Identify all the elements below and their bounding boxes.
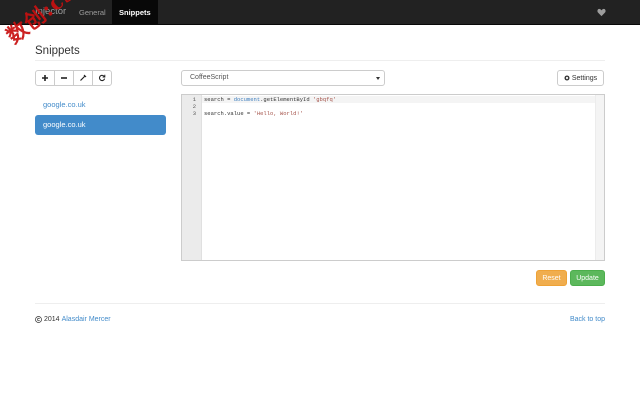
code-token: search bbox=[204, 96, 224, 103]
code-token: search bbox=[204, 110, 224, 117]
code-token: .value = bbox=[223, 110, 254, 117]
page-title: Snippets bbox=[35, 45, 80, 57]
footer-copyright: 2014 Alasdair Mercer bbox=[35, 316, 111, 323]
code-line: search.value = 'Hello, World!' bbox=[204, 110, 303, 117]
refresh-icon bbox=[98, 74, 106, 82]
line-number: 1 bbox=[192, 96, 196, 103]
code-editor[interactable]: 1 2 3 search = document.getElementById '… bbox=[181, 94, 605, 261]
code-token: .getElementById bbox=[260, 96, 313, 103]
update-button[interactable]: Update bbox=[570, 270, 605, 286]
caret-down-icon bbox=[376, 77, 380, 80]
code-token: document bbox=[233, 96, 261, 103]
code-line: search = document.getElementById 'gbqfq' bbox=[204, 96, 336, 103]
refresh-button[interactable] bbox=[92, 70, 112, 86]
editor-scrollbar[interactable] bbox=[595, 95, 604, 260]
edit-snippet-button[interactable] bbox=[73, 70, 93, 86]
snippet-toolbar bbox=[35, 70, 112, 86]
heart-icon[interactable] bbox=[597, 8, 606, 17]
editor-mode-select[interactable]: CoffeeScript bbox=[181, 70, 385, 86]
settings-button[interactable]: Settings bbox=[557, 70, 604, 86]
title-divider bbox=[35, 60, 605, 61]
code-token: = bbox=[223, 96, 234, 103]
editor-mode-value: CoffeeScript bbox=[190, 74, 229, 81]
navbar: Injector General Snippets bbox=[0, 0, 640, 25]
copyright-year: 2014 bbox=[44, 316, 60, 323]
line-number: 2 bbox=[192, 103, 196, 110]
author-link[interactable]: Alasdair Mercer bbox=[62, 316, 111, 323]
code-token: 'Hello, World!' bbox=[253, 110, 304, 117]
remove-snippet-button[interactable] bbox=[54, 70, 74, 86]
snippet-list-item[interactable]: google.co.uk bbox=[43, 100, 86, 109]
code-token: 'gbqfq' bbox=[312, 96, 337, 103]
settings-label: Settings bbox=[571, 74, 598, 82]
nav-snippets[interactable]: Snippets bbox=[112, 0, 158, 25]
minus-icon bbox=[61, 77, 67, 79]
add-snippet-button[interactable] bbox=[35, 70, 55, 86]
plus-icon bbox=[42, 75, 48, 81]
edit-icon bbox=[80, 74, 87, 81]
line-number: 3 bbox=[192, 110, 196, 117]
editor-gutter: 1 2 3 bbox=[182, 95, 202, 260]
copyright-icon bbox=[35, 316, 42, 323]
snippet-list-item-active[interactable]: google.co.uk bbox=[35, 115, 166, 135]
back-to-top-link[interactable]: Back to top bbox=[570, 316, 605, 323]
footer-divider bbox=[35, 303, 605, 304]
nav-general[interactable]: General bbox=[72, 0, 113, 25]
gear-icon bbox=[564, 75, 570, 81]
reset-button[interactable]: Reset bbox=[536, 270, 567, 286]
